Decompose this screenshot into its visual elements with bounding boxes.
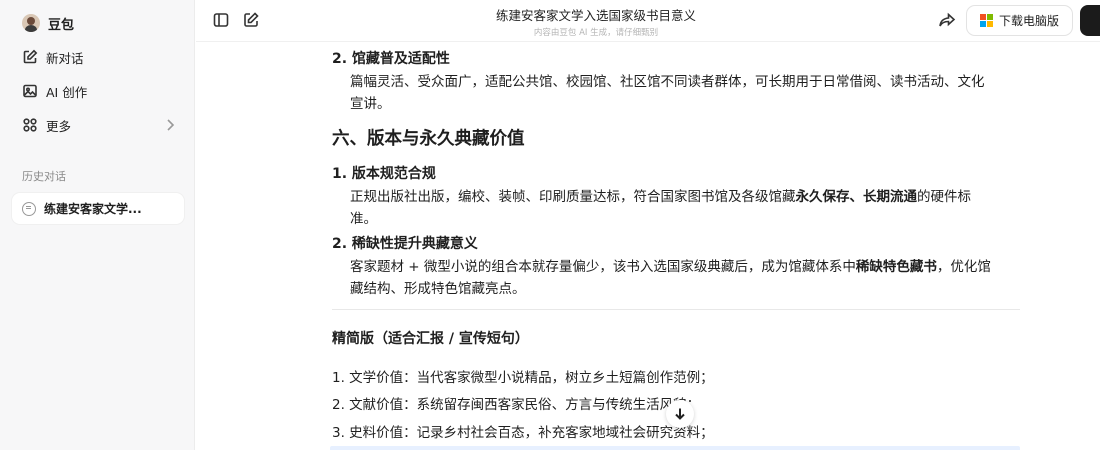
brand-name: 豆包 [48,17,75,33]
chevron-right-icon [163,117,177,133]
history-item[interactable]: 练建安客家文学... [12,193,184,224]
text-run: 客家题材 + 微型小说的组合本就存量偏少，该书入选国家级典藏后，成为馆藏体系中 [350,259,856,275]
history-item-label: 练建安客家文学... [44,202,142,216]
scroll-to-bottom-button[interactable] [666,400,694,428]
sidebar: 豆包 新对话 AI 创作 更多 历史对话 练建安客家文学... [0,0,195,450]
dark-action-button[interactable] [1080,5,1100,36]
arrow-down-icon [675,408,685,420]
s6-item1-title: 1. 版本规范合规 [332,166,436,182]
item2-line1: 篇幅灵活、受众面广，适配公共馆、校园馆、社区馆不同读者群体，可长期用于日常借阅、… [350,74,985,90]
bold-text: 稀缺特色藏书 [855,259,937,275]
new-chat-icon [23,49,38,64]
page-subtitle: 内容由豆包 AI 生成，请仔细甄别 [533,28,659,38]
sidebar-item-label: AI 创作 [46,84,88,100]
sidebar-item-more[interactable]: 更多 [22,114,177,136]
windows-logo-icon [979,14,993,27]
sidebar-item-label: 更多 [46,118,72,134]
page-title: 练建安客家文学入选国家级书目意义 [495,8,696,23]
grid-icon [23,118,37,132]
avatar [22,14,40,32]
divider [332,309,1020,310]
share-icon[interactable] [938,11,956,29]
list-item: 2. 文献价值：系统留存闽西客家民俗、方言与传统生活风貌； [332,397,701,413]
sidebar-toggle-icon[interactable] [212,11,230,29]
download-desktop-button[interactable]: 下载电脑版 [966,5,1073,36]
bold-text: 永久保存、长期流通 [795,189,918,205]
list-item: 1. 文学价值：当代客家微型小说精品，树立乡土短篇创作范例； [332,370,714,386]
history-label: 历史对话 [22,170,66,183]
s6-item2-line1: 客家题材 + 微型小说的组合本就存量偏少，该书入选国家级典藏后，成为馆藏体系中稀… [350,255,991,275]
edit-icon[interactable] [242,11,260,29]
list-item: 3. 史料价值：记录乡村社会百态，补充客家地域社会研究资料； [332,425,714,441]
sidebar-item-new-chat[interactable]: 新对话 [22,46,177,68]
text-run: 的硬件标 [917,189,971,205]
image-icon [23,84,37,98]
s6-item2-line2: 藏结构、形成特色馆藏亮点。 [350,281,526,297]
title-block: 练建安客家文学入选国家级书目意义 内容由豆包 AI 生成，请仔细甄别 [436,5,756,38]
s6-item1-line2: 准。 [350,211,377,227]
s6-item2-title: 2. 稀缺性提升典藏意义 [332,236,478,252]
input-box-edge [330,446,1020,450]
chat-bubble-icon [22,201,36,216]
brief-title: 精简版（适合汇报 / 宣传短句） [332,331,529,347]
sidebar-item-label: 新对话 [46,50,84,66]
topbar: 练建安客家文学入选国家级书目意义 内容由豆包 AI 生成，请仔细甄别 下载电脑版 [196,0,1100,42]
text-run: ，优化馆 [936,259,991,275]
sidebar-item-ai-create[interactable]: AI 创作 [22,80,177,102]
text-run: 正规出版社出版，编校、装帧、印刷质量达标，符合国家图书馆及各级馆藏 [350,189,796,205]
download-label: 下载电脑版 [998,14,1059,28]
item2-title: 2. 馆藏普及适配性 [332,51,450,67]
item2-line2: 宣讲。 [350,96,391,112]
brand[interactable]: 豆包 [22,12,74,34]
s6-item1-line1: 正规出版社出版，编校、装帧、印刷质量达标，符合国家图书馆及各级馆藏永久保存、长期… [350,185,971,205]
section6-title: 六、版本与永久典藏价值 [332,129,525,149]
